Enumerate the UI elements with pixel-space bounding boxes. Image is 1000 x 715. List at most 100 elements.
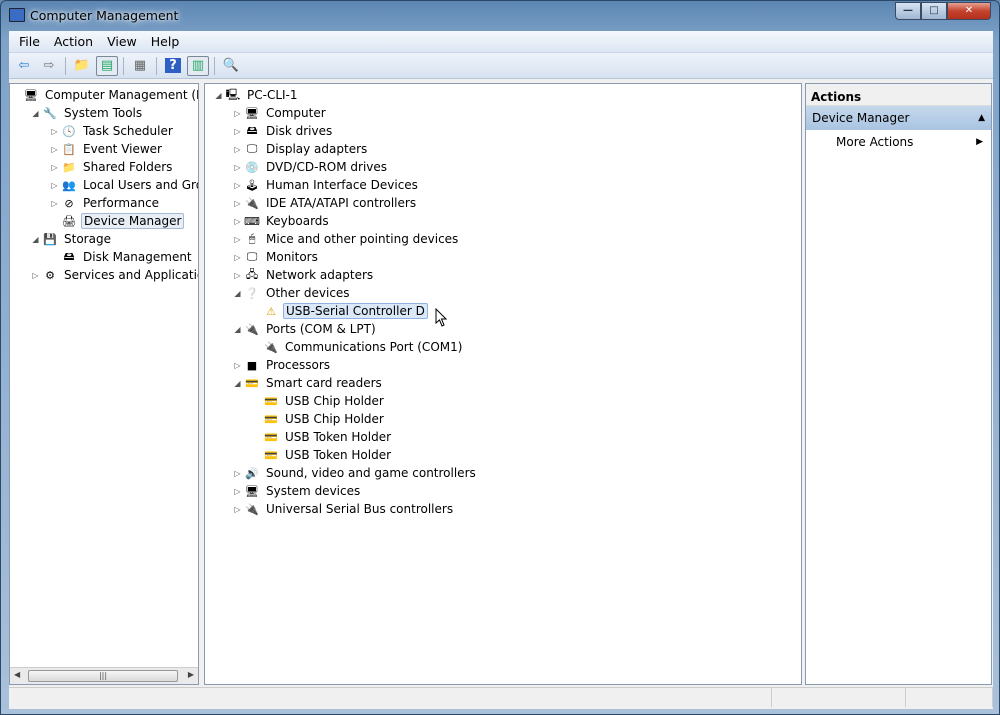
tree-item[interactable]: 🔌 Communications Port (COM1) <box>252 338 464 356</box>
tree-item[interactable]: ⚠ USB-Serial Controller D <box>252 302 428 320</box>
expand-icon[interactable]: ▷ <box>233 217 242 226</box>
collapse-icon[interactable]: ▲ <box>978 113 985 123</box>
node-icon: 🖴 <box>63 249 75 263</box>
collapse-icon[interactable]: ◢ <box>233 325 242 334</box>
tree-item[interactable]: ▷ 💿 DVD/CD-ROM drives <box>233 158 389 176</box>
collapse-icon[interactable]: ◢ <box>214 91 223 100</box>
expand-icon[interactable]: ▷ <box>50 163 59 172</box>
tree-item-label: IDE ATA/ATAPI controllers <box>266 196 417 210</box>
device-tree-pane[interactable]: ◢ 🖳 PC-CLI-1 ▷ 🖥 Computer ▷ 🖴 Disk drives ▷ 🖵 Displ… <box>204 83 802 685</box>
maximize-button[interactable]: □ <box>921 2 947 20</box>
expand-icon[interactable]: ▷ <box>50 181 59 190</box>
title-bar[interactable]: Computer Management — □ ✕ <box>1 1 999 31</box>
tree-item[interactable]: 💳 USB Token Holder <box>252 428 393 446</box>
expand-icon[interactable]: ▷ <box>233 469 242 478</box>
show-hide-action-pane-button[interactable]: ▥ <box>187 55 209 76</box>
tree-item[interactable]: 🖥 Computer Management (Local <box>12 86 198 104</box>
more-actions-label: More Actions <box>836 135 914 149</box>
expand-icon[interactable]: ▷ <box>31 271 40 280</box>
expand-icon[interactable]: ▷ <box>233 271 242 280</box>
tree-item[interactable]: ◢ 🖳 PC-CLI-1 <box>214 86 300 104</box>
tree-item[interactable]: ◢ 💳 Smart card readers <box>233 374 384 392</box>
collapse-icon[interactable]: ◢ <box>31 109 40 118</box>
node-icon: 🖥 <box>24 88 38 102</box>
tree-item[interactable]: 💳 USB Token Holder <box>252 446 393 464</box>
expand-icon[interactable]: ▷ <box>233 199 242 208</box>
tree-item[interactable]: ▷ ⚙ Services and Applications <box>31 266 198 284</box>
node-icon: 🕓 <box>62 124 76 138</box>
back-arrow-button[interactable]: ⇦ <box>13 56 35 76</box>
tree-item[interactable]: 💳 USB Chip Holder <box>252 392 386 410</box>
tree-item[interactable]: ▷ 🖵 Display adapters <box>233 140 369 158</box>
scan-hardware-button[interactable]: 🔍 <box>220 56 242 76</box>
tree-item[interactable]: ▷ ■ Processors <box>233 356 332 374</box>
tree-item[interactable]: ▷ 🔊 Sound, video and game controllers <box>233 464 478 482</box>
export-list-button[interactable]: ▦ <box>129 56 151 76</box>
expand-icon[interactable]: ▷ <box>233 361 242 370</box>
help-button[interactable]: ? <box>162 56 184 76</box>
expand-icon[interactable]: ▷ <box>50 145 59 154</box>
menu-view[interactable]: View <box>100 34 144 49</box>
expand-icon[interactable]: ▷ <box>233 505 242 514</box>
tree-item[interactable]: ▷ 🖵 Monitors <box>233 248 320 266</box>
actions-section-device-manager[interactable]: Device Manager ▲ <box>806 106 991 130</box>
tree-item[interactable]: ▷ 📋 Event Viewer <box>50 140 164 158</box>
collapse-icon[interactable]: ◢ <box>31 235 40 244</box>
expand-icon[interactable]: ▷ <box>233 181 242 190</box>
menu-file[interactable]: File <box>12 34 47 49</box>
tree-item-label: Device Manager <box>81 213 185 229</box>
scroll-left-icon[interactable]: ◀ <box>14 670 20 679</box>
tree-item[interactable]: ▷ 🔌 IDE ATA/ATAPI controllers <box>233 194 418 212</box>
tree-item[interactable]: ▷ 🖱 Mice and other pointing devices <box>233 230 460 248</box>
collapse-icon[interactable]: ◢ <box>233 289 242 298</box>
tree-item[interactable]: ▷ 🖥 Computer <box>233 104 328 122</box>
expand-icon[interactable]: ▷ <box>233 109 242 118</box>
forward-arrow-button[interactable]: ⇨ <box>38 56 60 76</box>
tree-item[interactable]: 💳 USB Chip Holder <box>252 410 386 428</box>
tree-item[interactable]: 🖨 Device Manager <box>50 212 185 230</box>
expand-icon[interactable]: ▷ <box>233 127 242 136</box>
expand-icon[interactable]: ▷ <box>50 199 59 208</box>
tree-item[interactable]: ▷ ⌨ Keyboards <box>233 212 331 230</box>
horizontal-scrollbar[interactable]: ◀ ||| ▶ <box>10 667 198 684</box>
node-icon: 🖥 <box>245 484 259 498</box>
expand-icon[interactable]: ▷ <box>233 145 242 154</box>
menu-action[interactable]: Action <box>47 34 100 49</box>
tree-item-label: Task Scheduler <box>83 124 173 138</box>
scroll-right-icon[interactable]: ▶ <box>188 670 194 679</box>
node-icon: 🖨 <box>62 214 76 228</box>
console-tree-pane[interactable]: ◀ ||| ▶ 🖥Computer Management (Local◢🔧Sys… <box>9 83 199 685</box>
tree-item[interactable]: ◢ 🔧 System Tools <box>31 104 144 122</box>
tree-item[interactable]: ▷ 🖴 Disk drives <box>233 122 334 140</box>
show-hide-console-tree-button[interactable]: ▤ <box>96 55 118 76</box>
node-icon: 🕹 <box>245 178 259 192</box>
expand-icon[interactable]: ▷ <box>233 235 242 244</box>
up-folder-button[interactable]: 📁 <box>71 56 93 76</box>
close-button[interactable]: ✕ <box>947 2 991 20</box>
scroll-thumb[interactable]: ||| <box>28 670 178 682</box>
expand-icon[interactable]: ▷ <box>233 163 242 172</box>
tree-item[interactable]: ▷ 🔌 Universal Serial Bus controllers <box>233 500 455 518</box>
tree-item[interactable]: ◢ 💾 Storage <box>31 230 113 248</box>
tree-item[interactable]: 🖴 Disk Management <box>50 248 194 266</box>
tree-item[interactable]: ▷ ⊘ Performance <box>50 194 161 212</box>
tree-item[interactable]: ◢ ❔ Other devices <box>233 284 352 302</box>
status-bar <box>9 687 993 707</box>
expand-icon[interactable]: ▷ <box>50 127 59 136</box>
more-actions-item[interactable]: More Actions ▶ <box>806 130 991 154</box>
node-icon: 💳 <box>264 430 278 444</box>
tree-item[interactable]: ▷ 🖥 System devices <box>233 482 362 500</box>
tree-item[interactable]: ▷ 🕹 Human Interface Devices <box>233 176 420 194</box>
tree-item[interactable]: ▷ 📁 Shared Folders <box>50 158 174 176</box>
tree-item[interactable]: ▷ 🕓 Task Scheduler <box>50 122 175 140</box>
expand-icon[interactable]: ▷ <box>233 487 242 496</box>
tree-item-label: Computer <box>266 106 326 120</box>
tree-item[interactable]: ▷ 🖧 Network adapters <box>233 266 375 284</box>
menu-help[interactable]: Help <box>144 34 187 49</box>
tree-item[interactable]: ▷👥 Local Users and Groups <box>50 176 198 194</box>
minimize-button[interactable]: — <box>895 2 921 20</box>
node-icon: 🖳 <box>225 87 241 101</box>
expand-icon[interactable]: ▷ <box>233 253 242 262</box>
tree-item[interactable]: ◢ 🔌 Ports (COM & LPT) <box>233 320 378 338</box>
collapse-icon[interactable]: ◢ <box>233 379 242 388</box>
